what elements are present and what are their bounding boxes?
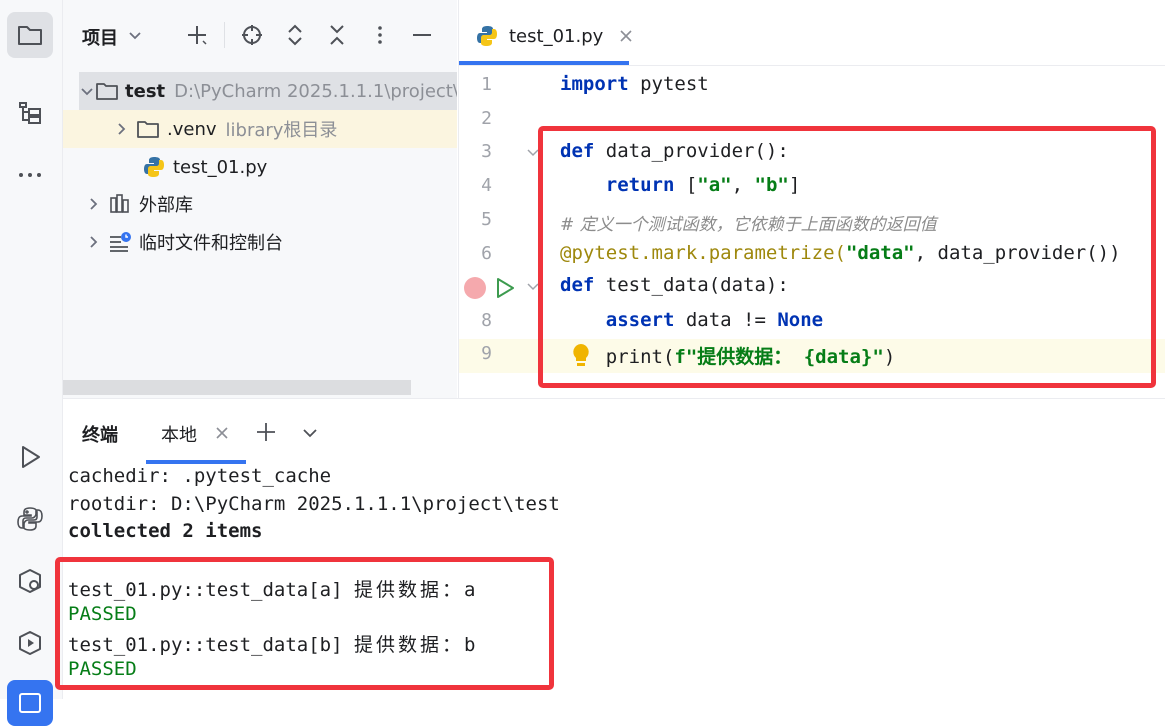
run-icon (22, 446, 40, 468)
chevron-down-icon[interactable] (79, 83, 95, 99)
terminal-line: rootdir: D:\PyCharm 2025.1.1.1\project\t… (68, 493, 560, 515)
add-icon[interactable] (255, 421, 277, 443)
more-icon (19, 173, 41, 177)
terminal-tool-button[interactable] (7, 680, 53, 726)
services-icon (19, 569, 41, 593)
services-button[interactable] (7, 558, 53, 604)
collapse-all-button[interactable] (323, 20, 351, 50)
line-number: 2 (481, 108, 492, 129)
tree-item-external-libraries[interactable]: 外部库 (79, 185, 457, 223)
play-services-icon (19, 631, 41, 655)
folder-icon (135, 117, 161, 141)
collapse-all-icon (330, 25, 344, 45)
structure-tool-button[interactable] (7, 90, 53, 136)
line-number: 4 (481, 175, 492, 196)
locate-button[interactable] (238, 20, 266, 50)
tree-item-label: test (125, 80, 166, 102)
library-icon (107, 192, 133, 216)
python-console-button[interactable] (7, 496, 53, 542)
line-number: 1 (481, 74, 492, 95)
editor-tab[interactable]: test_01.py (475, 12, 633, 60)
tree-item-scratches[interactable]: 临时文件和控制台 (79, 223, 457, 261)
line-number: 3 (481, 141, 492, 162)
more-tools-button[interactable] (7, 152, 53, 198)
editor-tab-label: test_01.py (509, 25, 604, 47)
tree-item-test[interactable]: test D:\PyCharm 2025.1.1.1\project\ (79, 72, 457, 110)
python-console-icon (17, 507, 43, 531)
folder-icon (18, 26, 42, 45)
expand-all-icon (288, 24, 302, 46)
tabbar-divider (459, 65, 1165, 66)
python-file-icon (477, 26, 497, 46)
breakpoint-icon[interactable] (464, 277, 486, 299)
tree-item-label: 外部库 (139, 195, 193, 216)
tree-item-note: library根目录 (225, 120, 338, 141)
line-number: 6 (481, 243, 492, 264)
chevron-right-icon[interactable] (107, 121, 135, 137)
structure-icon (19, 102, 41, 124)
options-icon (378, 26, 382, 44)
hide-icon (413, 34, 431, 36)
active-tab-indicator (146, 460, 246, 464)
terminal-icon (19, 693, 41, 713)
close-icon[interactable] (619, 29, 633, 43)
run-tool-button[interactable] (7, 434, 53, 480)
project-tool-button[interactable] (7, 12, 53, 58)
chevron-right-icon[interactable] (79, 234, 107, 250)
chevron-right-icon[interactable] (79, 196, 107, 212)
tree-item-path: D:\PyCharm 2025.1.1.1\project\ (174, 80, 457, 102)
horizontal-scrollbar[interactable] (63, 380, 411, 395)
play-services-button[interactable] (7, 620, 53, 666)
code-text: import pytest (560, 73, 709, 95)
expand-all-button[interactable] (281, 20, 309, 50)
code-line: 1 import pytest (459, 70, 1165, 104)
tool-window-strip (0, 0, 63, 726)
terminal-line: cachedir: .pytest_cache (68, 465, 332, 487)
chevron-down-icon[interactable] (127, 27, 143, 43)
line-number: 9 (481, 343, 492, 364)
python-file-icon (141, 155, 167, 179)
terminal-title: 终端 (82, 425, 118, 446)
toolbar-separator (224, 22, 225, 48)
run-icon[interactable] (494, 276, 516, 300)
hide-panel-button[interactable] (408, 20, 436, 50)
new-file-button[interactable] (183, 20, 211, 50)
highlight-box-code (538, 126, 1156, 388)
identifier: pytest (628, 73, 709, 95)
tree-item-venv[interactable]: .venv library根目录 (63, 110, 457, 148)
keyword: import (560, 73, 629, 95)
close-icon[interactable] (215, 426, 229, 440)
project-title[interactable]: 项目 (82, 24, 118, 50)
line-number: 5 (481, 209, 492, 230)
tree-item-label: 临时文件和控制台 (139, 233, 283, 254)
project-panel: 项目 test D:\PyCharm 2025.1.1.1\project\ .… (63, 0, 457, 398)
options-button[interactable] (366, 20, 394, 50)
tree-item-label: .venv (167, 118, 217, 140)
project-toolbar: 项目 (63, 0, 457, 70)
tree-item-label: test_01.py (173, 156, 268, 178)
scratches-icon (107, 230, 133, 254)
terminal-line: collected 2 items (68, 520, 263, 542)
tree-item-test-01-py[interactable]: test_01.py (79, 148, 457, 186)
new-file-icon (188, 26, 207, 45)
terminal-tab-local[interactable]: 本地 (161, 421, 197, 447)
locate-icon (242, 25, 262, 45)
highlight-box-output (55, 557, 554, 690)
chevron-down-icon[interactable] (301, 424, 319, 442)
folder-icon (95, 79, 119, 103)
line-number: 8 (481, 310, 492, 331)
